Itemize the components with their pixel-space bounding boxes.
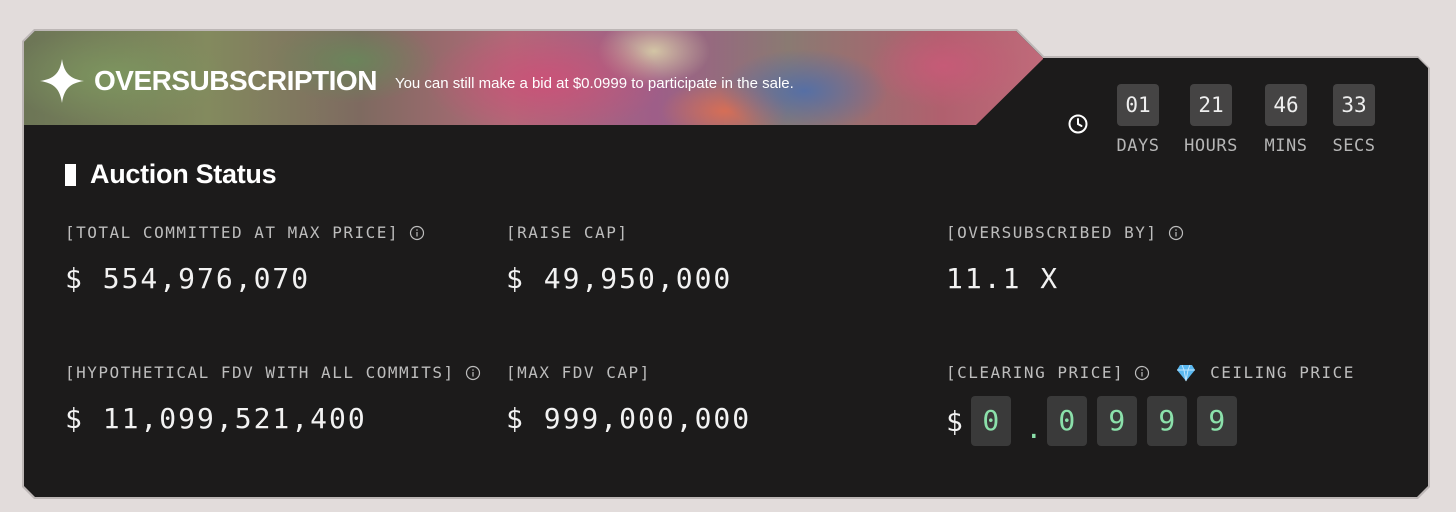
countdown-secs: 33 SECS — [1319, 84, 1389, 156]
stat-hypothetical-fdv: [HYPOTHETICAL FDV WITH ALL COMMITS] $ 11… — [65, 363, 481, 435]
auction-card: OVERSUBSCRIPTION You can still make a bi… — [24, 31, 1428, 497]
countdown-secs-value: 33 — [1333, 84, 1375, 126]
price-digit: 0 — [970, 396, 1011, 446]
info-icon[interactable] — [465, 365, 481, 381]
stat-oversubscribed-value: 11.1 X — [946, 262, 1060, 295]
countdown-mins-label: MINS — [1264, 136, 1308, 156]
countdown-days-value: 01 — [1117, 84, 1159, 126]
ceiling-price-tag: CEILING PRICE — [1176, 363, 1355, 382]
banner-title-row: OVERSUBSCRIPTION You can still make a bi… — [38, 57, 794, 105]
countdown-days: 01 DAYS — [1103, 84, 1173, 156]
stat-clearing-price: [CLEARING PRICE] CEILING PRICE $ 0 . 0 9… — [946, 363, 1355, 446]
countdown-days-label: DAYS — [1116, 136, 1160, 156]
stat-oversubscribed-label: [OVERSUBSCRIBED BY] — [946, 223, 1158, 242]
stat-hypothetical-fdv-value: $ 11,099,521,400 — [65, 402, 367, 435]
stat-max-fdv-cap: [MAX FDV CAP] $ 999,000,000 — [506, 363, 751, 435]
stat-hypothetical-fdv-label: [HYPOTHETICAL FDV WITH ALL COMMITS] — [65, 363, 455, 382]
stat-total-committed: [TOTAL COMMITTED AT MAX PRICE] $ 554,976… — [65, 223, 425, 295]
sparkle-icon — [40, 59, 84, 103]
info-icon[interactable] — [409, 225, 425, 241]
diamond-icon — [1177, 364, 1196, 381]
clearing-price-value: $ 0 . 0 9 9 9 — [946, 396, 1355, 446]
price-digit: 9 — [1096, 396, 1137, 446]
countdown-hours-value: 21 — [1190, 84, 1232, 126]
price-digit: 9 — [1146, 396, 1187, 446]
stat-clearing-price-label: [CLEARING PRICE] — [946, 363, 1125, 382]
price-digit: 9 — [1196, 396, 1237, 446]
stat-oversubscribed: [OVERSUBSCRIBED BY] 11.1 X — [946, 223, 1184, 295]
banner-subtitle: You can still make a bid at $0.0999 to p… — [394, 74, 794, 92]
banner-title: OVERSUBSCRIPTION — [94, 65, 377, 96]
stat-raise-cap-label: [RAISE CAP] — [506, 223, 629, 242]
info-icon[interactable] — [1168, 225, 1184, 241]
price-decimal-point: . — [1025, 411, 1043, 445]
countdown-hours-label: HOURS — [1184, 136, 1238, 156]
info-icon[interactable] — [1134, 365, 1150, 381]
price-digit: 0 — [1046, 396, 1087, 446]
stat-max-fdv-cap-value: $ 999,000,000 — [506, 402, 752, 435]
section-title: Auction Status — [90, 159, 277, 189]
oversubscription-banner: OVERSUBSCRIPTION You can still make a bi… — [24, 31, 1043, 125]
price-currency: $ — [946, 404, 963, 438]
stat-max-fdv-cap-label: [MAX FDV CAP] — [506, 363, 651, 382]
stat-raise-cap: [RAISE CAP] $ 49,950,000 — [506, 223, 732, 295]
countdown-mins-value: 46 — [1265, 84, 1307, 126]
clock-icon — [1068, 114, 1088, 134]
countdown-hours: 21 HOURS — [1176, 84, 1246, 156]
countdown-secs-label: SECS — [1332, 136, 1376, 156]
stat-raise-cap-value: $ 49,950,000 — [506, 262, 733, 295]
section-marker — [65, 164, 76, 186]
ceiling-price-label: CEILING PRICE — [1210, 363, 1355, 382]
stat-total-committed-label: [TOTAL COMMITTED AT MAX PRICE] — [65, 223, 399, 242]
stat-total-committed-value: $ 554,976,070 — [65, 262, 311, 295]
countdown-mins: 46 MINS — [1251, 84, 1321, 156]
